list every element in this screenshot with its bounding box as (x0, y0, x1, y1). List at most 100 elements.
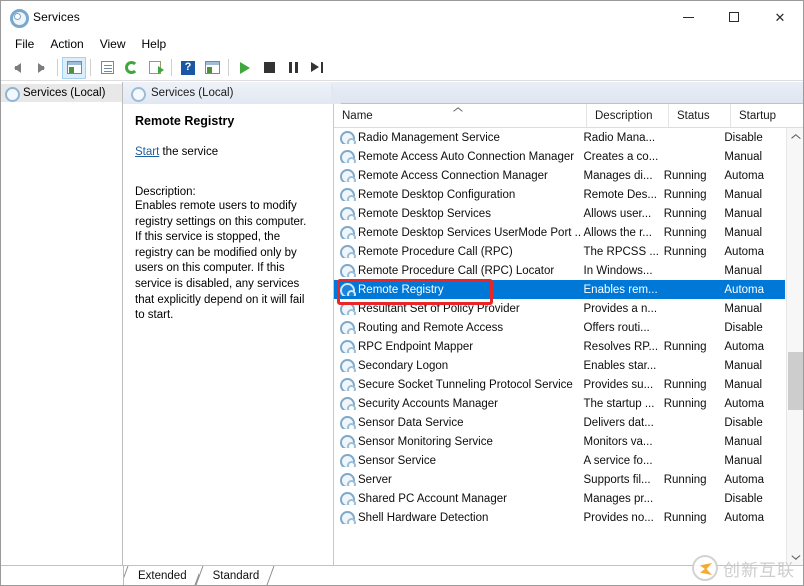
view-tab-standard[interactable]: Standard (199, 566, 272, 585)
table-row[interactable]: Remote Desktop ServicesAllows user...Run… (334, 204, 785, 223)
cell-description: Resolves RP... (582, 341, 662, 353)
column-header-description[interactable]: Description (587, 104, 669, 127)
vertical-scrollbar-thumb[interactable] (788, 352, 803, 410)
start-service-icon[interactable] (233, 57, 257, 79)
table-row[interactable]: Shared PC Account ManagerManages pr...Di… (334, 489, 785, 508)
minimize-button[interactable] (665, 1, 711, 33)
table-row[interactable]: Routing and Remote AccessOffers routi...… (334, 318, 785, 337)
table-row[interactable]: Remote Procedure Call (RPC) LocatorIn Wi… (334, 261, 785, 280)
menu-view[interactable]: View (92, 35, 134, 53)
cell-startup: Automa (722, 512, 785, 524)
column-header-status-label: Status (677, 110, 710, 122)
menu-bar: File Action View Help (1, 33, 803, 55)
cell-startup: Disable (722, 417, 785, 429)
bottom-left-filler (1, 565, 124, 585)
cell-startup: Manual (722, 227, 785, 239)
maximize-button[interactable] (711, 1, 757, 33)
table-row[interactable]: Shell Hardware DetectionProvides no...Ru… (334, 508, 785, 527)
service-action-suffix: the service (159, 146, 218, 158)
cell-description: Offers routi... (582, 322, 662, 334)
pause-service-icon[interactable] (281, 57, 305, 79)
cell-status: Running (662, 398, 723, 410)
tree-node-services-local[interactable]: Services (Local) (1, 84, 122, 102)
service-name-label: Secure Socket Tunneling Protocol Service (358, 379, 573, 391)
service-name-label: Shell Hardware Detection (358, 512, 488, 524)
table-row[interactable]: Radio Management ServiceRadio Mana...Dis… (334, 128, 785, 147)
mmc-tab-label: Services (Local) (151, 87, 233, 99)
table-row[interactable]: RPC Endpoint MapperResolves RP...Running… (334, 337, 785, 356)
scroll-up-icon[interactable] (787, 128, 803, 145)
service-gear-icon (340, 264, 353, 277)
menu-help[interactable]: Help (134, 35, 175, 53)
table-row[interactable]: Sensor Data ServiceDelivers dat...Disabl… (334, 413, 785, 432)
description-label: Description: (135, 186, 323, 198)
column-header-startup[interactable]: Startup (731, 104, 791, 127)
cell-name: Remote Desktop Services UserMode Port ..… (334, 226, 582, 239)
cell-name: Shell Hardware Detection (334, 511, 582, 524)
start-service-link[interactable]: Start (135, 146, 159, 158)
service-gear-icon (340, 302, 353, 315)
refresh-icon[interactable] (119, 57, 143, 79)
cell-name: RPC Endpoint Mapper (334, 340, 582, 353)
table-row[interactable]: Remote Desktop Services UserMode Port ..… (334, 223, 785, 242)
scroll-down-icon[interactable] (787, 549, 803, 566)
mmc-tab-services-local[interactable]: Services (Local) (123, 82, 331, 104)
column-header-status[interactable]: Status (669, 104, 731, 127)
table-row[interactable]: Sensor Monitoring ServiceMonitors va...M… (334, 432, 785, 451)
column-header-name[interactable]: Name (334, 104, 587, 127)
table-row[interactable]: Sensor ServiceA service fo...Manual (334, 451, 785, 470)
view-tab-label: Extended (138, 570, 187, 582)
app-gear-icon (10, 9, 26, 25)
cell-startup: Automa (722, 341, 785, 353)
cell-description: Radio Mana... (582, 132, 662, 144)
menu-action[interactable]: Action (42, 35, 91, 53)
main-body: Services (Local) Services (Local) Remote… (1, 82, 803, 585)
table-row[interactable]: Remote Access Connection ManagerManages … (334, 166, 785, 185)
table-row[interactable]: ServerSupports fil...RunningAutoma (334, 470, 785, 489)
menu-file[interactable]: File (7, 35, 42, 53)
service-name-label: Sensor Monitoring Service (358, 436, 493, 448)
table-row[interactable]: Remote RegistryEnables rem...Automa (334, 280, 785, 299)
mmc-pane: Services (Local) Remote Registry Start t… (123, 82, 803, 585)
view-tab-extended[interactable]: Extended (124, 566, 199, 585)
cell-startup: Manual (722, 208, 785, 220)
cell-name: Sensor Monitoring Service (334, 435, 582, 448)
cell-startup: Disable (722, 493, 785, 505)
vertical-scrollbar[interactable] (786, 128, 803, 566)
close-button[interactable]: ✕ (757, 1, 803, 33)
cell-startup: Manual (722, 189, 785, 201)
table-row[interactable]: Resultant Set of Policy ProviderProvides… (334, 299, 785, 318)
cell-status: Running (662, 474, 723, 486)
cell-name: Server (334, 473, 582, 486)
table-row[interactable]: Remote Desktop ConfigurationRemote Des..… (334, 185, 785, 204)
table-row[interactable]: Remote Procedure Call (RPC)The RPCSS ...… (334, 242, 785, 261)
toolbar: ? (1, 55, 803, 81)
forward-icon[interactable] (29, 57, 53, 79)
cell-startup: Automa (722, 170, 785, 182)
table-row[interactable]: Secure Socket Tunneling Protocol Service… (334, 375, 785, 394)
view-mode-tabs: Extended Standard (124, 565, 803, 585)
cell-name: Remote Desktop Services (334, 207, 582, 220)
cell-description: Enables star... (582, 360, 662, 372)
table-row[interactable]: Secondary LogonEnables star...Manual (334, 356, 785, 375)
cell-description: Provides no... (582, 512, 662, 524)
help-icon[interactable]: ? (176, 57, 200, 79)
service-gear-icon (340, 435, 353, 448)
cell-name: Remote Procedure Call (RPC) Locator (334, 264, 582, 277)
show-hide-console-tree-icon[interactable] (62, 57, 86, 79)
export-list-icon[interactable] (143, 57, 167, 79)
properties-icon[interactable] (95, 57, 119, 79)
restart-service-icon[interactable] (305, 57, 329, 79)
service-gear-icon (340, 169, 353, 182)
cell-description: Manages di... (582, 170, 662, 182)
service-gear-icon (340, 131, 353, 144)
table-row[interactable]: Remote Access Auto Connection ManagerCre… (334, 147, 785, 166)
stop-service-icon[interactable] (257, 57, 281, 79)
table-row[interactable]: Security Accounts ManagerThe startup ...… (334, 394, 785, 413)
toolbar-separator (171, 59, 172, 76)
service-gear-icon (340, 416, 353, 429)
service-name-label: Secondary Logon (358, 360, 448, 372)
show-action-pane-icon[interactable] (200, 57, 224, 79)
back-icon[interactable] (5, 57, 29, 79)
mmc-tab-header: Services (Local) (123, 82, 803, 104)
